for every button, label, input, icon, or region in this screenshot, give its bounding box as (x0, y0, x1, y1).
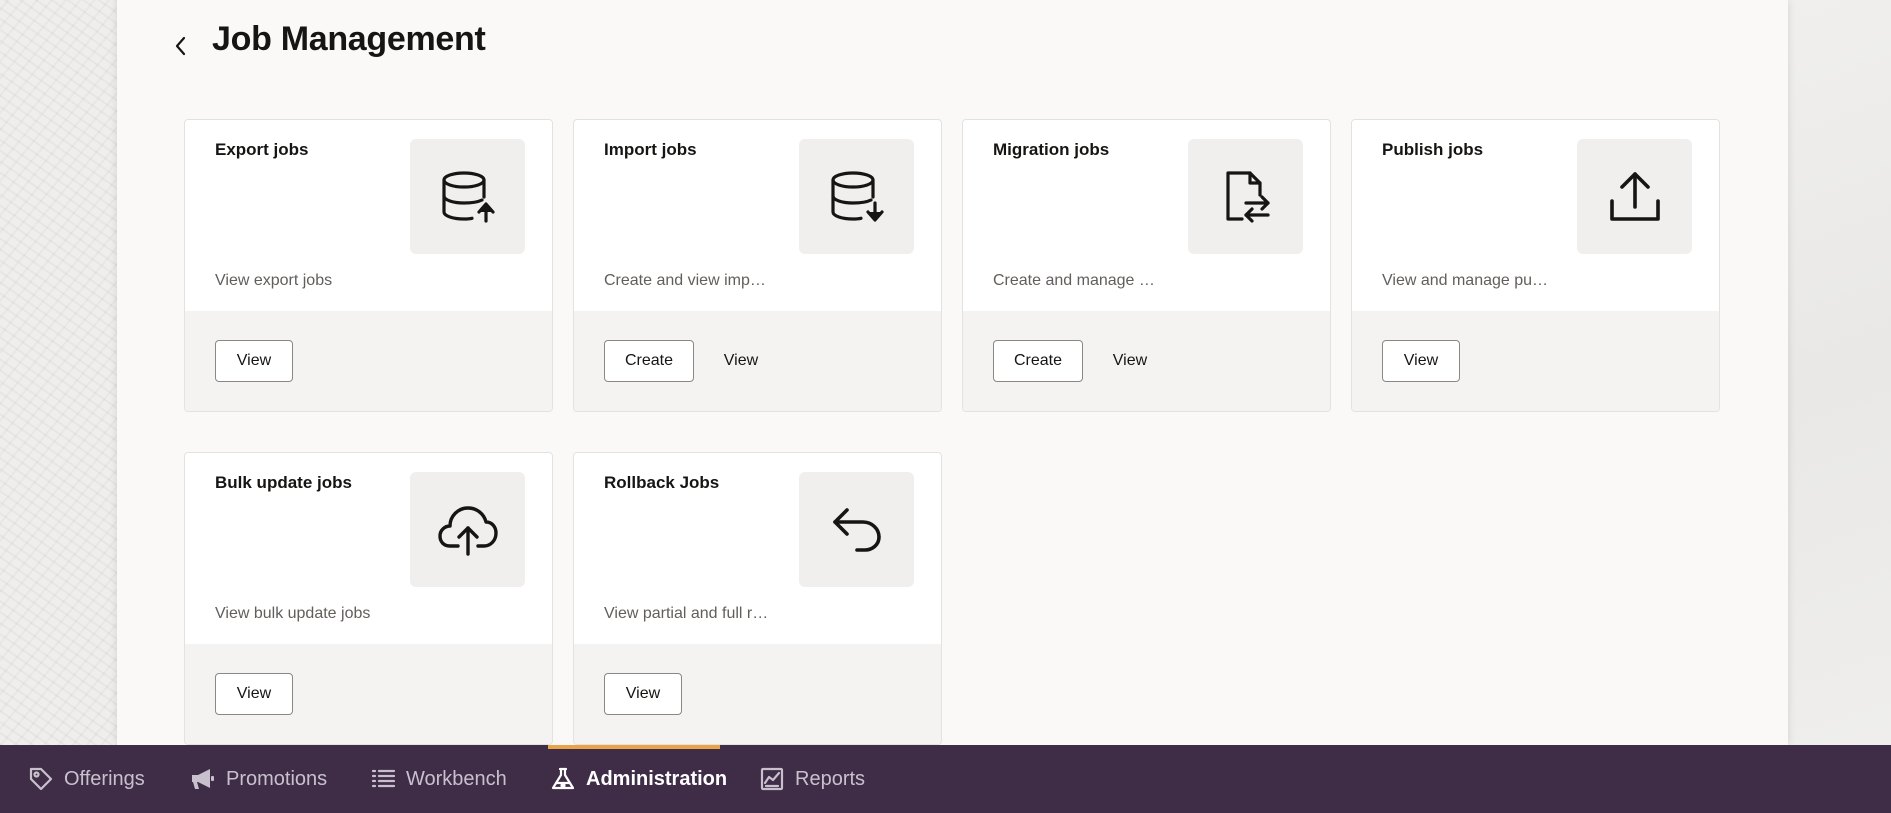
card-description: Create and view imp… (604, 272, 766, 289)
card-icon-container (410, 139, 525, 254)
card-footer: Create View (574, 311, 941, 411)
card-icon-container (1188, 139, 1303, 254)
card-icon-container (799, 139, 914, 254)
nav-item-reports[interactable]: Reports (759, 745, 865, 813)
bottom-navigation-bar: Offerings Promotions Workbench Administr… (0, 745, 1891, 813)
card-import-jobs: Import jobs Create and view imp… Create … (573, 119, 942, 412)
chevron-left-icon (175, 36, 186, 56)
card-footer: Create View (963, 311, 1330, 411)
create-button[interactable]: Create (993, 340, 1083, 382)
file-transfer-icon (1225, 170, 1270, 223)
database-export-icon (441, 170, 495, 223)
nav-item-label: Offerings (64, 767, 145, 790)
card-description: View export jobs (215, 272, 333, 289)
card-title: Migration jobs (993, 140, 1110, 159)
card-bulk-update-jobs: Bulk update jobs View bulk update jobs V… (184, 452, 553, 745)
upload-icon (1609, 171, 1660, 221)
nav-item-promotions[interactable]: Promotions (190, 745, 327, 813)
view-button[interactable]: View (604, 673, 682, 715)
tag-icon (28, 766, 54, 792)
card-icon-container (799, 472, 914, 587)
list-icon (370, 766, 396, 792)
create-button[interactable]: Create (604, 340, 694, 382)
active-tab-indicator (548, 745, 720, 749)
background-pattern-left (0, 0, 117, 745)
card-footer: View (185, 644, 552, 744)
background-pattern-right (1788, 0, 1891, 745)
card-description: Create and manage … (993, 272, 1155, 289)
card-footer: View (574, 644, 941, 744)
nav-item-administration[interactable]: Administration (550, 745, 727, 813)
card-title: Import jobs (604, 140, 697, 159)
lab-flask-icon (550, 766, 576, 792)
card-export-jobs: Export jobs View export jobs View (184, 119, 553, 412)
view-button[interactable]: View (215, 340, 293, 382)
view-button[interactable]: View (704, 340, 778, 382)
card-description: View and manage pu… (1382, 272, 1549, 289)
card-footer: View (1352, 311, 1719, 411)
database-import-icon (830, 170, 884, 222)
page-title: Job Management (212, 20, 486, 58)
back-button[interactable] (163, 28, 199, 64)
report-chart-icon (759, 766, 785, 792)
view-button[interactable]: View (1382, 340, 1460, 382)
nav-item-label: Promotions (226, 767, 328, 790)
nav-item-label: Reports (795, 767, 866, 790)
megaphone-icon (190, 766, 216, 792)
view-button[interactable]: View (215, 673, 293, 715)
card-publish-jobs: Publish jobs View and manage pu… View (1351, 119, 1720, 412)
nav-item-label: Workbench (406, 767, 507, 790)
nav-item-workbench[interactable]: Workbench (370, 745, 507, 813)
card-footer: View (185, 311, 552, 411)
card-title: Rollback Jobs (604, 473, 720, 492)
card-title: Bulk update jobs (215, 473, 352, 492)
card-icon-container (1577, 139, 1692, 254)
nav-item-label: Administration (586, 767, 728, 790)
view-button[interactable]: View (1093, 340, 1167, 382)
undo-arrow-icon (832, 507, 881, 552)
card-icon-container (410, 472, 525, 587)
nav-item-offerings[interactable]: Offerings (28, 745, 145, 813)
card-rollback-jobs: Rollback Jobs View partial and full r… V… (573, 452, 942, 745)
card-title: Export jobs (215, 140, 309, 159)
card-migration-jobs: Migration jobs Create and manage … Creat… (962, 119, 1331, 412)
card-description: View partial and full r… (604, 605, 769, 622)
card-description: View bulk update jobs (215, 605, 371, 622)
cloud-upload-icon (437, 505, 498, 556)
card-title: Publish jobs (1382, 140, 1484, 159)
